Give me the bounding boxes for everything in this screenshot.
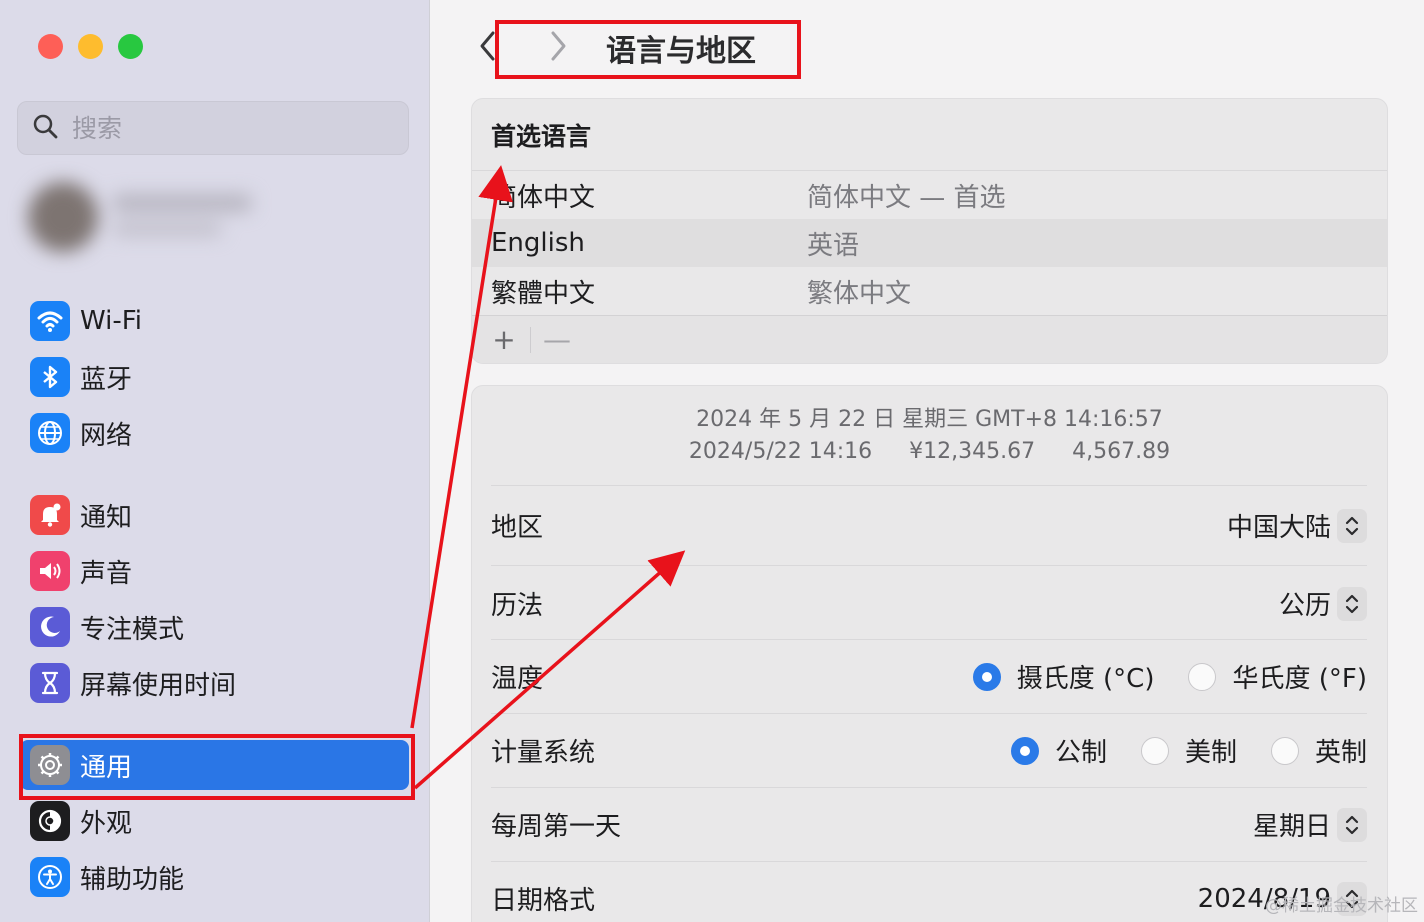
region-settings-card: 2024 年 5 月 22 日 星期三 GMT+8 14:16:57 2024/… bbox=[471, 385, 1388, 922]
date-format-row: 日期格式 2024/8/19 bbox=[491, 861, 1367, 922]
calendar-value: 公历 bbox=[1278, 591, 1331, 621]
measurement-label: 计量系统 bbox=[491, 738, 596, 768]
temperature-radio-group: 摄氏度 (°C) 华氏度 (°F) bbox=[939, 658, 1367, 695]
region-label: 地区 bbox=[491, 513, 544, 543]
language-detail: 繁体中文 bbox=[807, 278, 912, 309]
preview-currency: ¥12,345.67 bbox=[909, 439, 1036, 464]
preview-number: 4,567.89 bbox=[1072, 439, 1171, 464]
minimize-window-button[interactable] bbox=[78, 34, 103, 59]
preview-date-short: 2024/5/22 14:16 bbox=[688, 439, 873, 464]
sidebar-item-label: Wi-Fi bbox=[80, 306, 143, 336]
measurement-radio-group: 公制 美制 英制 bbox=[977, 732, 1367, 769]
radio-dot bbox=[1188, 662, 1217, 691]
radio-label: 华氏度 (°F) bbox=[1232, 664, 1367, 694]
first-day-row: 每周第一天 星期日 bbox=[491, 787, 1367, 861]
region-row: 地区 中国大陆 bbox=[491, 485, 1367, 565]
radio-dot-selected bbox=[1010, 736, 1039, 765]
zoom-window-button[interactable] bbox=[118, 34, 143, 59]
metric-radio[interactable]: 公制 bbox=[1010, 732, 1107, 769]
close-window-button[interactable] bbox=[38, 34, 63, 59]
sidebar-item-label: 通知 bbox=[80, 502, 133, 533]
main-panel: 语言与地区 首选语言 简体中文 简体中文 — 首选 English 英语 繁體中… bbox=[431, 0, 1424, 922]
first-day-label: 每周第一天 bbox=[491, 812, 622, 842]
bluetooth-icon bbox=[30, 357, 70, 397]
celsius-radio[interactable]: 摄氏度 (°C) bbox=[972, 658, 1155, 695]
chevron-updown-icon bbox=[1337, 807, 1367, 842]
language-row[interactable]: English 英语 bbox=[472, 219, 1387, 267]
fahrenheit-radio[interactable]: 华氏度 (°F) bbox=[1188, 658, 1367, 695]
us-radio[interactable]: 美制 bbox=[1140, 732, 1237, 769]
radio-label: 美制 bbox=[1184, 738, 1237, 768]
hourglass-icon bbox=[30, 663, 70, 703]
language-detail: 英语 bbox=[807, 230, 860, 261]
moon-icon bbox=[30, 607, 70, 647]
temperature-label: 温度 bbox=[491, 664, 544, 694]
sidebar-item-wifi[interactable]: Wi-Fi bbox=[20, 296, 409, 346]
date-format-label: 日期格式 bbox=[491, 886, 596, 916]
measurement-row: 计量系统 公制 美制 英制 bbox=[491, 713, 1367, 787]
sidebar-item-focus[interactable]: 专注模式 bbox=[20, 602, 409, 652]
sidebar-item-accessibility[interactable]: 辅助功能 bbox=[20, 852, 409, 902]
radio-label: 摄氏度 (°C) bbox=[1016, 664, 1155, 694]
search-input[interactable] bbox=[72, 113, 372, 143]
preview-date-long: 2024 年 5 月 22 日 星期三 GMT+8 14:16:57 bbox=[696, 407, 1163, 432]
bell-icon bbox=[30, 495, 70, 535]
radio-dot-selected bbox=[972, 662, 1001, 691]
radio-label: 英制 bbox=[1314, 738, 1367, 768]
search-icon bbox=[32, 113, 58, 143]
appearance-icon bbox=[30, 801, 70, 841]
calendar-row: 历法 公历 bbox=[491, 565, 1367, 641]
language-name: 简体中文 bbox=[491, 182, 596, 213]
region-popup[interactable]: 中国大陆 bbox=[1227, 507, 1367, 544]
search-field[interactable] bbox=[17, 101, 409, 155]
wifi-icon bbox=[30, 301, 70, 341]
sidebar-item-label: 网络 bbox=[80, 420, 133, 451]
radio-dot bbox=[1270, 736, 1299, 765]
calendar-label: 历法 bbox=[491, 591, 544, 621]
first-day-value: 星期日 bbox=[1252, 812, 1331, 842]
avatar bbox=[28, 182, 98, 252]
annotation-box-general bbox=[19, 734, 415, 800]
account-item-blurred[interactable] bbox=[12, 170, 272, 260]
radio-label: 公制 bbox=[1054, 738, 1107, 768]
sidebar-item-sound[interactable]: 声音 bbox=[20, 546, 409, 596]
remove-language-button[interactable]: — bbox=[537, 323, 577, 356]
sidebar-item-network[interactable]: 网络 bbox=[20, 408, 409, 458]
language-detail: 简体中文 — 首选 bbox=[807, 182, 1006, 213]
sidebar-item-label: 专注模式 bbox=[80, 614, 185, 645]
language-list-toolbar: + — bbox=[472, 315, 1387, 363]
sidebar-item-label: 声音 bbox=[80, 558, 133, 589]
sidebar-item-label: 屏幕使用时间 bbox=[80, 670, 237, 701]
chevron-updown-icon bbox=[1337, 586, 1367, 621]
language-row[interactable]: 繁體中文 繁体中文 bbox=[472, 267, 1387, 315]
language-name: 繁體中文 bbox=[491, 278, 596, 309]
sidebar-item-notifications[interactable]: 通知 bbox=[20, 490, 409, 540]
preferred-languages-card: 首选语言 简体中文 简体中文 — 首选 English 英语 繁體中文 繁体中文… bbox=[471, 98, 1388, 364]
sidebar-item-label: 蓝牙 bbox=[80, 364, 133, 395]
watermark: @稀土掘金技术社区 bbox=[1265, 896, 1418, 916]
region-value: 中国大陆 bbox=[1226, 513, 1331, 543]
sidebar-item-bluetooth[interactable]: 蓝牙 bbox=[20, 352, 409, 402]
calendar-popup[interactable]: 公历 bbox=[1279, 585, 1367, 622]
chevron-updown-icon bbox=[1337, 508, 1367, 543]
format-preview: 2024 年 5 月 22 日 星期三 GMT+8 14:16:57 2024/… bbox=[472, 404, 1387, 468]
globe-icon bbox=[30, 413, 70, 453]
first-day-popup[interactable]: 星期日 bbox=[1253, 806, 1367, 843]
sidebar-item-label: 辅助功能 bbox=[80, 864, 185, 895]
speaker-icon bbox=[30, 551, 70, 591]
preferred-languages-heading: 首选语言 bbox=[472, 99, 1387, 171]
sidebar-item-label: 外观 bbox=[80, 808, 133, 839]
radio-dot bbox=[1140, 736, 1169, 765]
temperature-row: 温度 摄氏度 (°C) 华氏度 (°F) bbox=[491, 639, 1367, 713]
language-row[interactable]: 简体中文 简体中文 — 首选 bbox=[472, 171, 1387, 219]
annotation-box-title bbox=[495, 20, 801, 79]
uk-radio[interactable]: 英制 bbox=[1270, 732, 1367, 769]
accessibility-icon bbox=[30, 857, 70, 897]
sidebar-item-appearance[interactable]: 外观 bbox=[20, 796, 409, 846]
language-name: English bbox=[491, 228, 585, 258]
add-language-button[interactable]: + bbox=[484, 323, 524, 356]
window-controls bbox=[38, 34, 143, 59]
sidebar-item-screen-time[interactable]: 屏幕使用时间 bbox=[20, 658, 409, 708]
